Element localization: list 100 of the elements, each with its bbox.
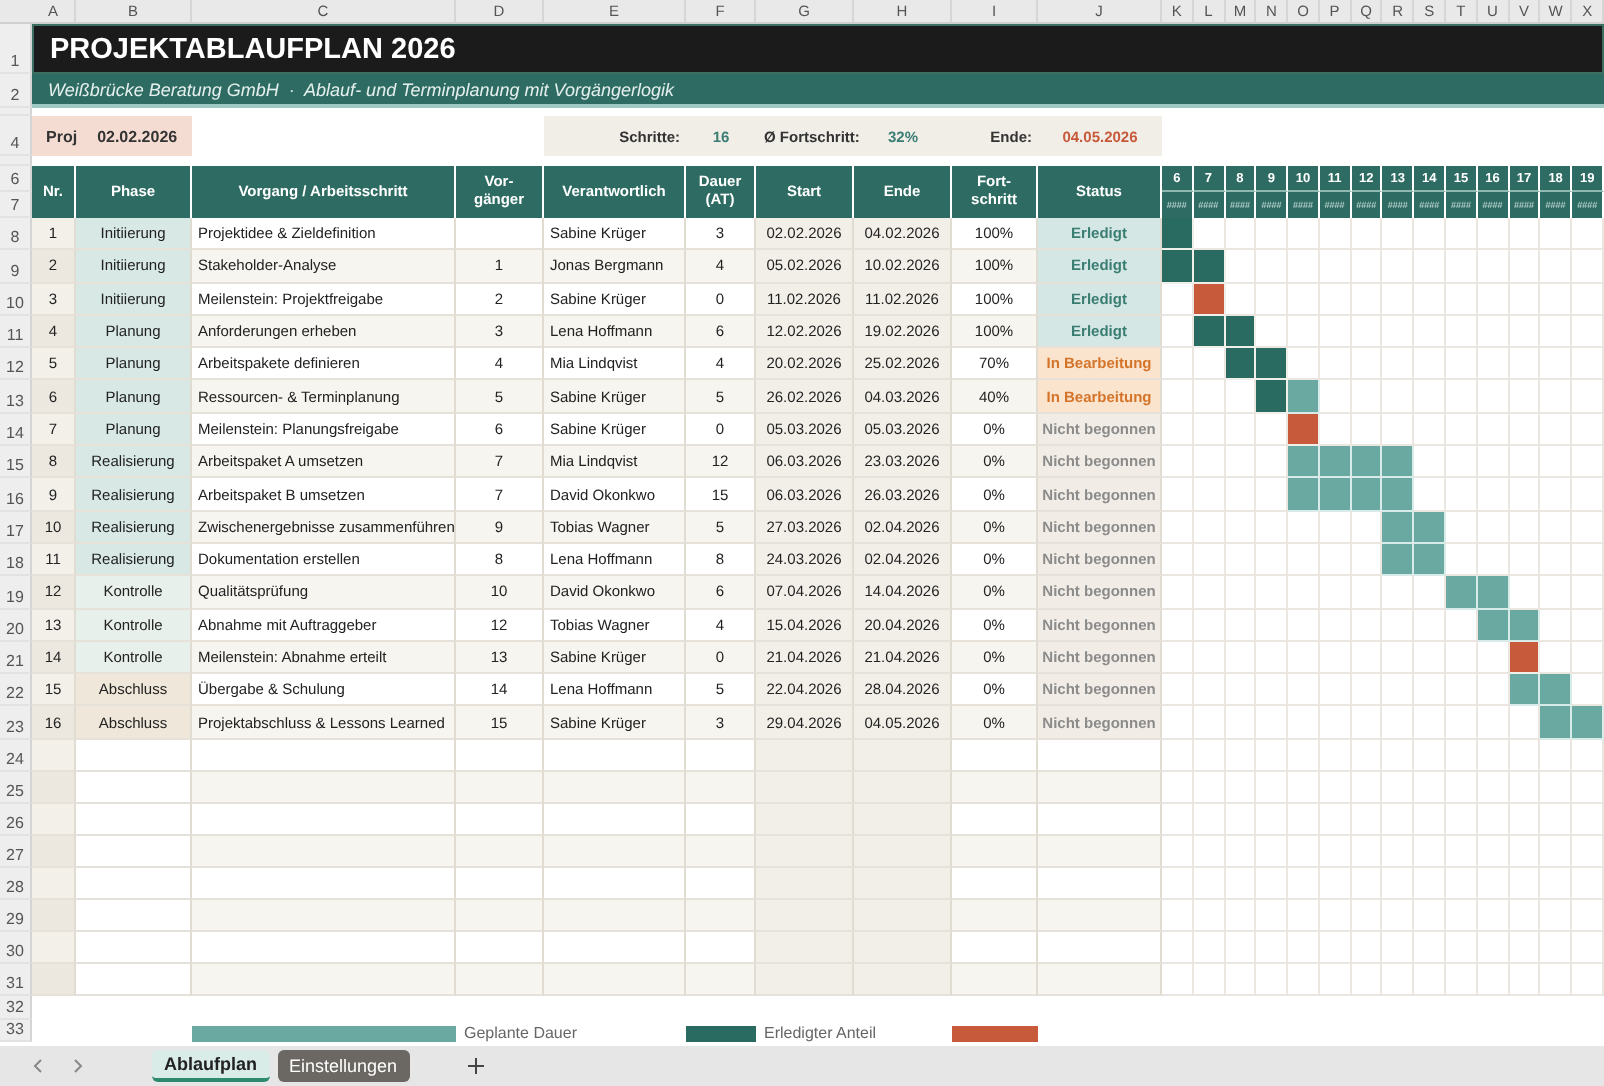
timeline-cell[interactable] <box>1382 609 1415 642</box>
timeline-cell[interactable] <box>1256 771 1289 804</box>
timeline-cell[interactable] <box>1319 250 1352 284</box>
row-header[interactable]: 33 <box>0 1019 32 1042</box>
add-sheet-icon[interactable] <box>465 1056 486 1077</box>
row-header[interactable]: 16 <box>0 478 32 512</box>
table-cell[interactable] <box>544 931 686 964</box>
timeline-cell[interactable] <box>1540 446 1573 479</box>
timeline-cell[interactable] <box>1540 867 1573 900</box>
timeline-cell[interactable] <box>1193 931 1226 964</box>
table-cell[interactable] <box>854 771 952 804</box>
timeline-cell[interactable] <box>1351 348 1383 381</box>
timeline-cell[interactable] <box>1162 609 1194 642</box>
timeline-cell[interactable] <box>1540 250 1573 284</box>
timeline-cell[interactable] <box>1382 739 1415 772</box>
timeline-cell[interactable] <box>1540 380 1573 414</box>
timeline-cell[interactable] <box>1288 931 1320 964</box>
row-header[interactable]: 15 <box>0 446 32 479</box>
timeline-cell[interactable] <box>1225 931 1257 964</box>
timeline-cell[interactable] <box>1193 446 1226 479</box>
timeline-cell[interactable] <box>1572 771 1604 804</box>
timeline-cell[interactable] <box>1509 511 1541 544</box>
table-cell[interactable] <box>192 771 456 804</box>
timeline-cell[interactable] <box>1225 835 1257 868</box>
timeline-cell[interactable] <box>1446 250 1478 284</box>
timeline-cell[interactable] <box>1288 218 1320 251</box>
timeline-cell[interactable] <box>1351 218 1383 251</box>
table-cell[interactable] <box>952 771 1038 804</box>
table-cell[interactable] <box>456 963 544 996</box>
timeline-cell[interactable] <box>1540 348 1573 381</box>
timeline-cell[interactable] <box>1572 576 1604 610</box>
timeline-cell[interactable] <box>1225 674 1257 707</box>
table-cell[interactable] <box>756 771 854 804</box>
timeline-cell[interactable] <box>1351 250 1383 284</box>
table-cell[interactable] <box>952 963 1038 996</box>
table-cell[interactable] <box>756 931 854 964</box>
timeline-cell[interactable] <box>1382 218 1415 251</box>
timeline-cell[interactable] <box>1540 315 1573 349</box>
timeline-cell[interactable] <box>1446 446 1478 479</box>
table-cell[interactable] <box>686 899 756 932</box>
table-cell[interactable] <box>32 867 76 900</box>
table-cell[interactable] <box>76 867 192 900</box>
timeline-cell[interactable] <box>1256 706 1289 740</box>
timeline-cell[interactable] <box>1540 931 1573 964</box>
timeline-cell[interactable] <box>1225 739 1257 772</box>
timeline-cell[interactable] <box>1351 380 1383 414</box>
table-cell[interactable] <box>192 739 456 772</box>
row-header[interactable]: 6 <box>0 166 32 192</box>
next-sheet-icon[interactable] <box>68 1056 88 1077</box>
row-header[interactable]: 13 <box>0 380 32 414</box>
timeline-cell[interactable] <box>1540 543 1573 577</box>
timeline-cell[interactable] <box>1225 803 1257 836</box>
timeline-cell[interactable] <box>1572 250 1604 284</box>
timeline-cell[interactable] <box>1256 250 1289 284</box>
timeline-cell[interactable] <box>1319 674 1352 707</box>
timeline-cell[interactable] <box>1446 348 1478 381</box>
timeline-cell[interactable] <box>1351 867 1383 900</box>
timeline-cell[interactable] <box>1509 931 1541 964</box>
timeline-cell[interactable] <box>1509 283 1541 316</box>
timeline-cell[interactable] <box>1540 218 1573 251</box>
timeline-cell[interactable] <box>1288 250 1320 284</box>
table-cell[interactable] <box>1038 803 1162 836</box>
timeline-cell[interactable] <box>1540 413 1573 447</box>
timeline-cell[interactable] <box>1288 835 1320 868</box>
timeline-cell[interactable] <box>1540 963 1573 996</box>
timeline-cell[interactable] <box>1193 380 1226 414</box>
timeline-cell[interactable] <box>1193 478 1226 512</box>
table-cell[interactable] <box>756 835 854 868</box>
timeline-cell[interactable] <box>1319 348 1352 381</box>
table-cell[interactable] <box>192 835 456 868</box>
timeline-cell[interactable] <box>1382 641 1415 675</box>
table-cell[interactable] <box>544 899 686 932</box>
timeline-cell[interactable] <box>1540 771 1573 804</box>
timeline-cell[interactable] <box>1446 706 1478 740</box>
table-cell[interactable] <box>32 899 76 932</box>
table-cell[interactable] <box>854 739 952 772</box>
table-cell[interactable] <box>756 899 854 932</box>
timeline-cell[interactable] <box>1288 674 1320 707</box>
timeline-cell[interactable] <box>1162 931 1194 964</box>
table-cell[interactable] <box>1038 739 1162 772</box>
timeline-cell[interactable] <box>1162 348 1194 381</box>
timeline-cell[interactable] <box>1162 899 1194 932</box>
timeline-cell[interactable] <box>1540 283 1573 316</box>
timeline-cell[interactable] <box>1540 576 1573 610</box>
row-header[interactable]: 30 <box>0 931 32 964</box>
timeline-cell[interactable] <box>1319 803 1352 836</box>
timeline-cell[interactable] <box>1509 771 1541 804</box>
table-cell[interactable] <box>686 835 756 868</box>
timeline-cell[interactable] <box>1446 771 1478 804</box>
timeline-cell[interactable] <box>1256 674 1289 707</box>
timeline-cell[interactable] <box>1477 963 1510 996</box>
table-cell[interactable] <box>686 931 756 964</box>
timeline-cell[interactable] <box>1288 771 1320 804</box>
timeline-cell[interactable] <box>1351 674 1383 707</box>
timeline-cell[interactable] <box>1509 250 1541 284</box>
table-cell[interactable] <box>854 931 952 964</box>
timeline-cell[interactable] <box>1414 835 1447 868</box>
timeline-cell[interactable] <box>1162 413 1194 447</box>
timeline-cell[interactable] <box>1382 771 1415 804</box>
table-cell[interactable] <box>854 803 952 836</box>
